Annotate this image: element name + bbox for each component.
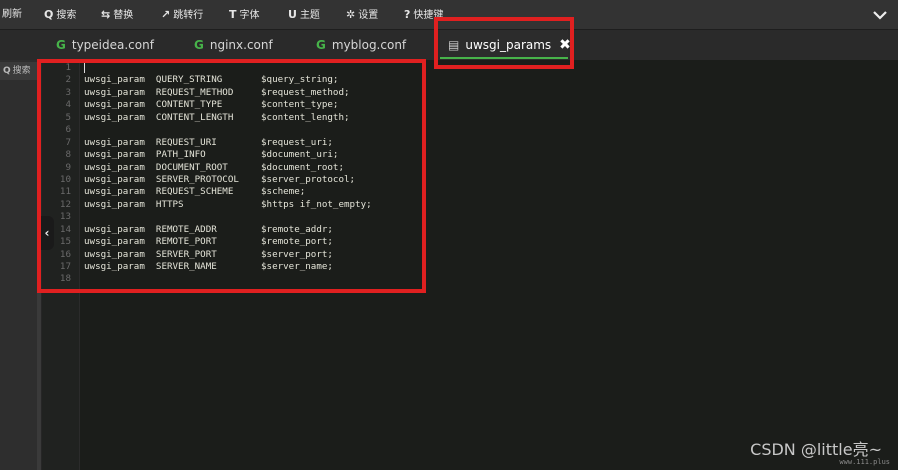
search-button[interactable]: Q 搜索 xyxy=(44,0,76,30)
file-g-icon: G xyxy=(316,38,326,52)
watermark: CSDN @little亮~ xyxy=(750,440,882,459)
font-label: 字体 xyxy=(239,10,260,21)
help-icon: ? xyxy=(404,8,411,21)
tab-label: typeidea.conf xyxy=(71,38,154,52)
refresh-button[interactable]: 刷新 xyxy=(2,0,22,30)
font-button[interactable]: T 字体 xyxy=(229,0,260,30)
file-g-icon: G xyxy=(194,38,204,52)
refresh-label: 刷新 xyxy=(2,9,22,20)
tab-label: nginx.conf xyxy=(209,38,273,52)
settings-label: 设置 xyxy=(358,10,379,21)
tab-typeidea-conf[interactable]: Gtypeidea.conf xyxy=(56,30,154,60)
file-sidebar: Q 搜索 xyxy=(0,60,40,470)
theme-icon: U xyxy=(288,8,297,21)
annotation-box-code xyxy=(37,59,426,293)
tab-myblog-conf[interactable]: Gmyblog.conf xyxy=(316,30,406,60)
sidebar-search[interactable]: Q 搜索 xyxy=(0,62,40,80)
goto-line-button[interactable]: ↗ 跳转行 xyxy=(161,0,203,30)
file-g-icon: G xyxy=(56,38,66,52)
gear-icon: ✲ xyxy=(346,8,356,21)
sidebar-search-label: 搜索 xyxy=(12,66,31,76)
replace-icon: ⇆ xyxy=(101,8,111,21)
search-label: 搜索 xyxy=(56,10,77,21)
tab-nginx-conf[interactable]: Gnginx.conf xyxy=(194,30,273,60)
settings-button[interactable]: ✲ 设置 xyxy=(346,0,378,30)
theme-label: 主题 xyxy=(299,10,320,21)
theme-button[interactable]: U 主题 xyxy=(288,0,320,30)
goto-line-icon: ↗ xyxy=(161,8,171,21)
tab-label: myblog.conf xyxy=(331,38,407,52)
watermark-small: www.111.plus xyxy=(839,458,890,466)
font-icon: T xyxy=(229,8,237,21)
chevron-down-icon[interactable] xyxy=(870,5,890,25)
search-icon: Q xyxy=(3,66,11,76)
search-icon: Q xyxy=(44,8,54,21)
replace-label: 替换 xyxy=(113,10,134,21)
goto-line-label: 跳转行 xyxy=(173,10,204,21)
replace-button[interactable]: ⇆ 替换 xyxy=(101,0,133,30)
annotation-box-tab xyxy=(434,17,574,69)
